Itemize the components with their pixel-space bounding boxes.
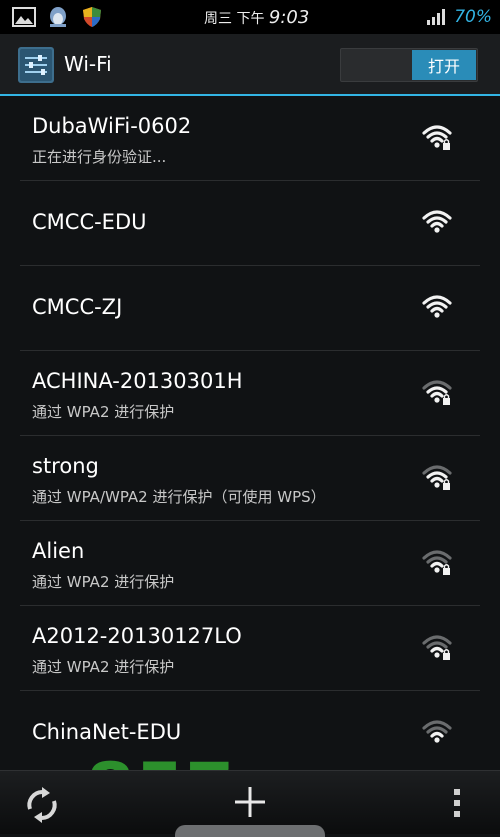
wifi-network-name: ChinaNet-EDU <box>32 720 182 744</box>
wifi-toggle[interactable]: 打开 <box>340 48 478 82</box>
wifi-signal-icon <box>422 210 452 233</box>
wifi-network-status: 通过 WPA2 进行保护 <box>32 573 175 591</box>
wifi-network-item[interactable]: DubaWiFi-0602 正在进行身份验证... <box>20 96 480 181</box>
wifi-network-item[interactable]: Alien 通过 WPA2 进行保护 <box>20 521 480 606</box>
wifi-network-name: CMCC-EDU <box>32 210 147 234</box>
bottom-handle <box>175 825 325 837</box>
wifi-network-status: 正在进行身份验证... <box>32 148 167 166</box>
shield-icon <box>83 7 101 27</box>
wifi-network-status: 通过 WPA2 进行保护 <box>32 658 175 676</box>
page-title: Wi-Fi <box>64 52 112 76</box>
status-day: 周三 <box>204 11 232 27</box>
wifi-signal-locked-icon <box>422 465 452 490</box>
status-clock: 9:03 <box>268 7 310 28</box>
wifi-network-item[interactable]: CMCC-ZJ <box>20 266 480 351</box>
status-bar: 周三 下午 9:03 70% <box>0 0 500 34</box>
wifi-network-name: DubaWiFi-0602 <box>32 114 192 138</box>
battery-level: 70% <box>454 7 492 27</box>
wifi-signal-locked-icon <box>422 125 452 150</box>
wifi-network-name: Alien <box>32 539 85 563</box>
wifi-network-name: A2012-20130127LO <box>32 624 242 648</box>
wifi-signal-locked-icon <box>422 380 452 405</box>
qq-penguin-icon <box>50 7 66 27</box>
gallery-icon <box>12 7 36 27</box>
action-bar: Wi-Fi 打开 <box>0 34 500 96</box>
wifi-network-item[interactable]: A2012-20130127LO 通过 WPA2 进行保护 <box>20 606 480 691</box>
wifi-network-name: ACHINA-20130301H <box>32 369 243 393</box>
wifi-toggle-on-label: 打开 <box>412 50 476 80</box>
cell-signal-icon <box>427 9 446 25</box>
wifi-network-status: 通过 WPA2 进行保护 <box>32 403 175 421</box>
add-network-icon[interactable] <box>233 785 267 819</box>
wifi-network-item[interactable]: strong 通过 WPA/WPA2 进行保护（可使用 WPS） <box>20 436 480 521</box>
wifi-network-name: strong <box>32 454 99 478</box>
status-ampm: 下午 <box>236 11 265 27</box>
wifi-network-item[interactable]: ACHINA-20130301H 通过 WPA2 进行保护 <box>20 351 480 436</box>
settings-sliders-icon[interactable] <box>18 47 54 83</box>
wifi-signal-icon <box>422 720 452 743</box>
wifi-network-name: CMCC-ZJ <box>32 295 123 319</box>
overflow-menu-icon[interactable] <box>452 787 462 819</box>
refresh-icon[interactable] <box>24 787 60 823</box>
wifi-signal-locked-icon <box>422 550 452 575</box>
wifi-signal-icon <box>422 295 452 318</box>
bottom-action-bar <box>0 770 500 837</box>
wifi-network-list: DubaWiFi-0602 正在进行身份验证... CMCC-EDU CMCC-ZJ A… <box>0 96 500 775</box>
wifi-network-item[interactable]: CMCC-EDU <box>20 181 480 266</box>
status-time: 周三 下午 9:03 <box>204 7 309 28</box>
wifi-network-status: 通过 WPA/WPA2 进行保护（可使用 WPS） <box>32 488 326 506</box>
wifi-signal-locked-icon <box>422 635 452 660</box>
